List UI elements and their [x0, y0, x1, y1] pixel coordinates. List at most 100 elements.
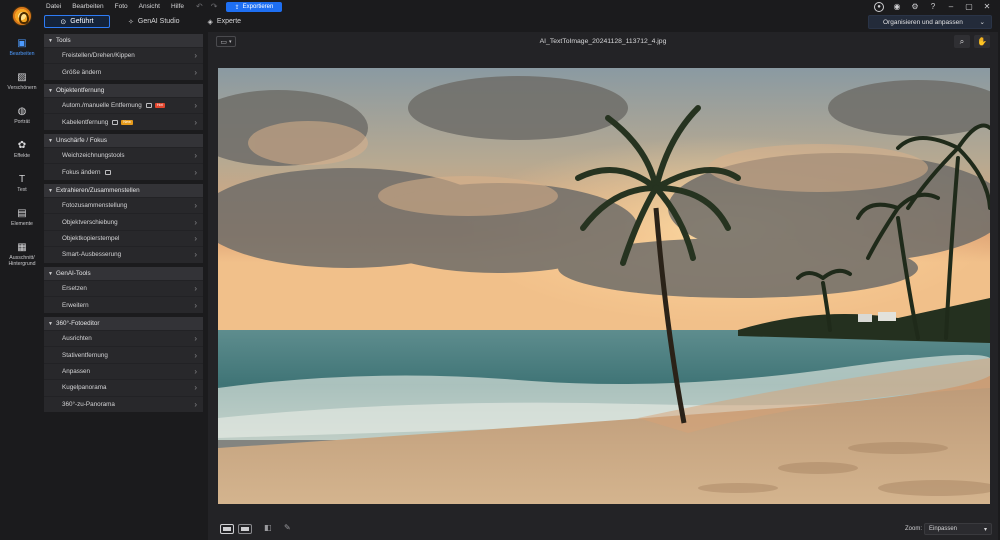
panel-tool-item[interactable]: Anpassen ›	[44, 362, 203, 379]
section-title: Objektentfernung	[55, 87, 105, 94]
section-header[interactable]: ▼ Objektentfernung	[44, 84, 203, 97]
rail-item-3[interactable]: ✿ Effekte	[0, 140, 44, 170]
chevron-right-icon: ›	[194, 383, 197, 393]
minimize-icon[interactable]: –	[946, 2, 956, 12]
panel-tool-item[interactable]: Kabelentfernung New ›	[44, 113, 203, 129]
panel-tool-item[interactable]: 360°-zu-Panorama ›	[44, 395, 203, 412]
panel-tool-item[interactable]: Ersetzen ›	[44, 280, 203, 296]
redo-icon[interactable]: ↷	[211, 2, 218, 11]
rail-item-label: Elemente	[11, 221, 33, 227]
panel-tool-item[interactable]: Stativentfernung ›	[44, 346, 203, 362]
rail-item-5[interactable]: ▤ Elemente	[0, 208, 44, 238]
menu-photo[interactable]: Foto	[115, 3, 128, 10]
tool-label: Stativentfernung	[62, 351, 108, 359]
account-icon[interactable]: ●	[874, 2, 884, 12]
mode-switcher: ⊙ Geführt ✧ GenAI Studio ◈ Experte	[44, 15, 251, 28]
rail-item-label: Bearbeiten	[9, 51, 35, 57]
chevron-right-icon: ›	[194, 217, 197, 227]
file-name: AI_TextToImage_20241128_113712_4.jpg	[539, 38, 667, 45]
panel-tool-item[interactable]: Objektkopierstempel ›	[44, 229, 203, 246]
rail-item-4[interactable]: T Text	[0, 174, 44, 204]
panel-tool-item[interactable]: Fokus ändern ›	[44, 163, 203, 179]
cube-icon: ◈	[207, 18, 213, 26]
panel-tool-item[interactable]: Weichzeichnungstools ›	[44, 147, 203, 163]
settings-gear-icon[interactable]: ⚙	[910, 2, 920, 12]
chevron-right-icon: ›	[194, 350, 197, 360]
maximize-icon[interactable]: ▢	[964, 2, 974, 12]
hand-pan-icon[interactable]: ✋	[974, 35, 990, 48]
notification-icon[interactable]: ◉	[892, 2, 902, 12]
chevron-right-icon: ›	[194, 201, 197, 211]
panel-tool-item[interactable]: Freistellen/Drehen/Kippen ›	[44, 47, 203, 63]
edit-photo-icon: ▣	[17, 38, 27, 49]
left-rail: ▣ Bearbeiten ▨ Verschönern ◍ Porträt ✿ Effekte T…	[0, 32, 44, 540]
beautify-icon: ▨	[17, 72, 27, 83]
rail-item-label: Porträt	[14, 119, 30, 125]
rail-item-2[interactable]: ◍ Porträt	[0, 106, 44, 136]
tool-panel: ▼ Tools Freistellen/Drehen/Kippen › Größe än…	[44, 32, 204, 540]
portrait-icon: ◍	[17, 106, 27, 117]
undo-redo-group: ↶ ↷	[196, 2, 217, 11]
menu-help[interactable]: Hilfe	[171, 3, 184, 10]
chevron-right-icon: ›	[194, 151, 197, 161]
panel-tool-item[interactable]: Autom./manuelle Entfernung Hot ›	[44, 97, 203, 113]
menu-file[interactable]: Datei	[46, 3, 61, 10]
single-view-button[interactable]	[220, 524, 234, 534]
chevron-down-icon: ▾	[983, 526, 987, 533]
mode-expert[interactable]: ◈ Experte	[198, 15, 252, 28]
magnifier-icon[interactable]: ⌕	[954, 35, 970, 48]
rail-item-label: Effekte	[13, 153, 31, 159]
tool-label: Autom./manuelle Entfernung	[62, 102, 142, 110]
panel-section-3: ▼ Extrahieren/Zusammenstellen Fotozusammen…	[44, 184, 203, 263]
help-icon[interactable]: ?	[928, 2, 938, 12]
main-editor: ▭ ▾ AI_TextToImage_20241128_113712_4.jpg…	[208, 32, 998, 540]
sparkle-icon: ✧	[128, 18, 134, 26]
photo-canvas[interactable]	[218, 68, 990, 504]
panel-tool-item[interactable]: Fotozusammenstellung ›	[44, 197, 203, 213]
workspace-select[interactable]: Organisieren und anpassen ⌄	[868, 15, 992, 29]
export-button[interactable]: ⇪ Exportieren	[226, 2, 282, 12]
undo-icon[interactable]: ↶	[196, 2, 203, 11]
close-icon[interactable]: ✕	[982, 2, 992, 12]
tool-label: Fotozusammenstellung	[62, 202, 128, 210]
tool-label: Smart-Ausbesserung	[62, 251, 122, 259]
section-header[interactable]: ▼ Unschärfe / Fokus	[44, 134, 203, 147]
panel-tool-item[interactable]: Ausrichten ›	[44, 330, 203, 346]
panel-tool-item[interactable]: Smart-Ausbesserung ›	[44, 246, 203, 262]
collapse-triangle-icon: ▼	[48, 37, 53, 44]
section-header[interactable]: ▼ GenAI-Tools	[44, 267, 203, 280]
rail-item-0[interactable]: ▣ Bearbeiten	[0, 38, 44, 68]
cutout-background-icon: ▦	[17, 242, 27, 253]
panel-tool-item[interactable]: Erweitern ›	[44, 296, 203, 312]
tool-label: Ausrichten	[62, 335, 92, 343]
section-header[interactable]: ▼ 360°-Fotoeditor	[44, 317, 203, 330]
section-title: Tools	[55, 37, 71, 44]
export-label: Exportieren	[242, 4, 274, 10]
menu-view[interactable]: Ansicht	[139, 3, 160, 10]
menu-edit[interactable]: Bearbeiten	[72, 3, 103, 10]
mode-guided[interactable]: ⊙ Geführt	[44, 15, 110, 28]
rail-item-1[interactable]: ▨ Verschönern	[0, 72, 44, 102]
panel-section-0: ▼ Tools Freistellen/Drehen/Kippen › Größe än…	[44, 34, 203, 80]
collapse-triangle-icon: ▼	[48, 137, 53, 144]
ai-feature-icon	[104, 169, 111, 175]
chevron-right-icon: ›	[194, 67, 197, 77]
rail-item-label: Text	[17, 187, 27, 193]
panel-tool-item[interactable]: Größe ändern ›	[44, 63, 203, 79]
chevron-right-icon: ›	[194, 284, 197, 294]
compare-view-button[interactable]	[238, 524, 252, 534]
tool-label: Erweitern	[62, 301, 89, 309]
rail-item-6[interactable]: ▦ Ausschnitt/ Hintergrund	[0, 242, 44, 272]
collapse-triangle-icon: ▼	[48, 187, 53, 194]
panel-tool-item[interactable]: Kugelpanorama ›	[44, 379, 203, 395]
rail-item-label: Verschönern	[7, 85, 37, 91]
mode-genai-studio[interactable]: ✧ GenAI Studio	[118, 15, 190, 28]
app-logo-icon	[12, 6, 32, 26]
section-header[interactable]: ▼ Extrahieren/Zusammenstellen	[44, 184, 203, 197]
eyedropper-icon[interactable]: ✎	[284, 523, 291, 532]
panel-tool-item[interactable]: Objektverschiebung ›	[44, 213, 203, 229]
section-header[interactable]: ▼ Tools	[44, 34, 203, 47]
tool-label: Anpassen	[62, 367, 91, 375]
compare-split-icon[interactable]: ◧	[264, 523, 272, 532]
zoom-select[interactable]: Einpassen ▾	[924, 523, 992, 535]
